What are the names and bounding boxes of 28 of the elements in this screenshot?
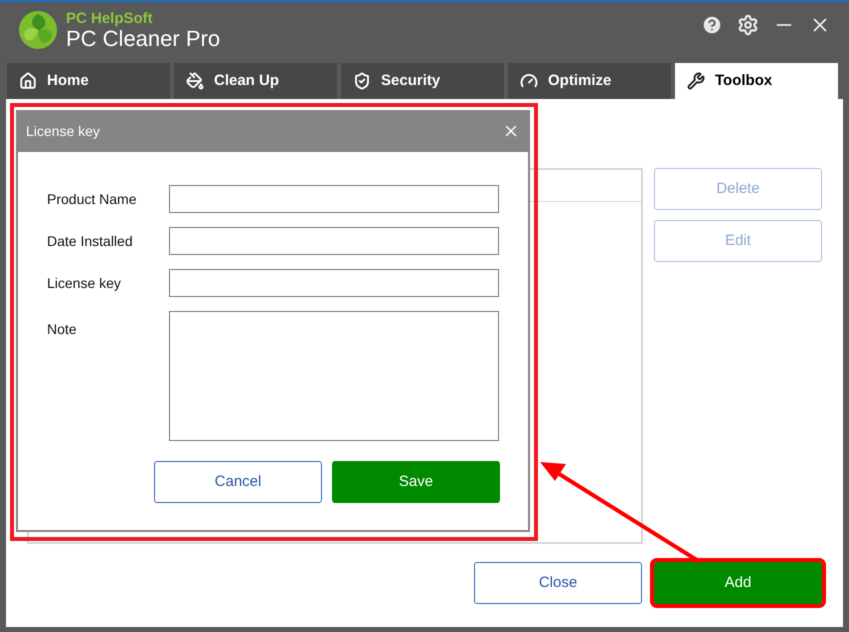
leaf-logo-icon — [18, 10, 58, 50]
bucket-icon — [186, 72, 204, 90]
input-field[interactable] — [169, 185, 499, 213]
primary-button[interactable]: Save — [332, 461, 500, 503]
tab[interactable]: Home — [7, 63, 170, 99]
dialog-title: License key — [26, 122, 100, 141]
app-title: PC Cleaner Pro — [66, 28, 220, 50]
field-label: Product Name — [47, 190, 138, 208]
field-label: License key — [47, 274, 122, 293]
tab[interactable]: Clean Up — [174, 63, 337, 99]
field-label: Date Installed — [47, 232, 134, 250]
settings-icon[interactable] — [737, 14, 759, 36]
primary-button[interactable]: Add — [654, 562, 822, 604]
tab[interactable]: Security — [341, 63, 504, 99]
outline-button[interactable]: Cancel — [154, 461, 322, 503]
note-field[interactable] — [169, 311, 499, 441]
gauge-icon — [520, 72, 538, 90]
help-icon[interactable] — [701, 14, 723, 36]
wrench-icon — [687, 72, 705, 90]
vendor-name: PC HelpSoft — [66, 10, 154, 26]
input-field[interactable] — [169, 269, 499, 297]
shield-icon — [353, 72, 371, 90]
tab[interactable]: Toolbox — [675, 63, 838, 99]
tab[interactable]: Optimize — [508, 63, 671, 99]
input-field[interactable] — [169, 227, 499, 255]
field-label: Note — [47, 320, 78, 339]
home-icon — [19, 72, 37, 90]
outline-button[interactable]: Close — [474, 562, 642, 604]
